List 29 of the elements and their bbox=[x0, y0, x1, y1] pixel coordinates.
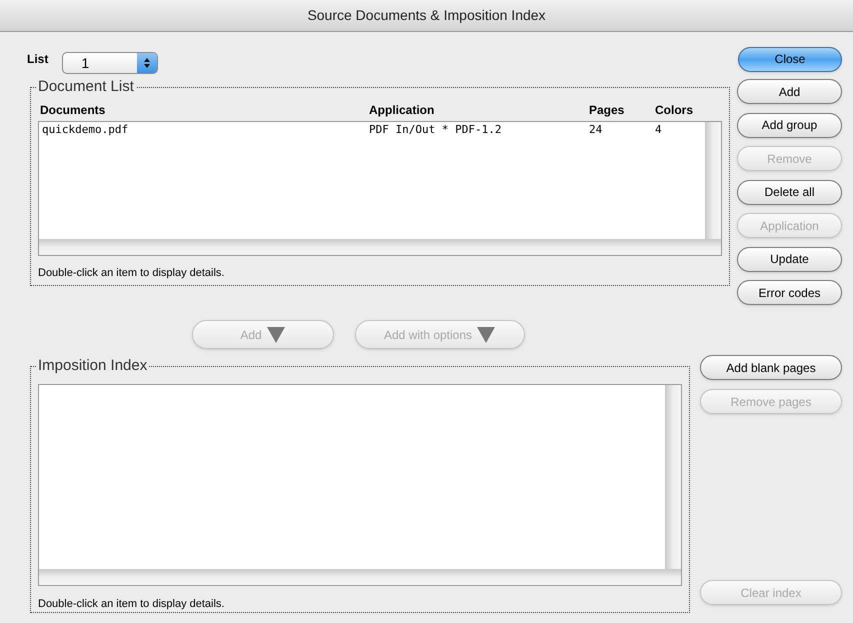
push-button[interactable]: Add bbox=[737, 79, 842, 104]
table-cell-text: quickdemo.pdf bbox=[41, 122, 130, 138]
hint-text: Double-click an item to display details. bbox=[38, 596, 226, 612]
push-button[interactable]: Delete all bbox=[737, 180, 842, 204]
vertical-scrollbar[interactable] bbox=[705, 122, 721, 238]
table-cell-text: 24 bbox=[589, 122, 604, 138]
down-triangle-icon bbox=[266, 326, 286, 344]
close-button[interactable]: Close bbox=[738, 46, 842, 72]
vertical-scrollbar[interactable] bbox=[665, 384, 681, 568]
column-header[interactable]: Pages bbox=[589, 100, 655, 118]
down-triangle-icon bbox=[476, 326, 496, 344]
hint-text: Double-click an item to display details. bbox=[38, 266, 226, 280]
list-label: List bbox=[27, 51, 48, 68]
table-cell-text: PDF In/Out * PDF-1.2 bbox=[369, 122, 502, 138]
column-header[interactable]: Documents bbox=[40, 100, 369, 118]
horizontal-scrollbar[interactable] bbox=[39, 568, 681, 584]
push-button[interactable]: Add blank pages bbox=[700, 355, 842, 380]
column-header[interactable]: Colors bbox=[655, 100, 705, 118]
window-title: Source Documents & Imposition Index bbox=[307, 6, 546, 25]
column-header[interactable]: Application bbox=[369, 100, 589, 118]
group-title: Document List bbox=[37, 77, 135, 97]
group-title: Imposition Index bbox=[37, 356, 148, 376]
push-button[interactable]: Error codes bbox=[737, 280, 842, 305]
push-button[interactable]: Update bbox=[737, 246, 842, 272]
list-dropdown[interactable]: 1 bbox=[62, 52, 158, 74]
table-cell-text: 4 bbox=[655, 122, 663, 138]
push-button[interactable]: Add group bbox=[737, 112, 842, 138]
horizontal-scrollbar[interactable] bbox=[39, 238, 721, 254]
stepper-icon bbox=[137, 53, 158, 73]
